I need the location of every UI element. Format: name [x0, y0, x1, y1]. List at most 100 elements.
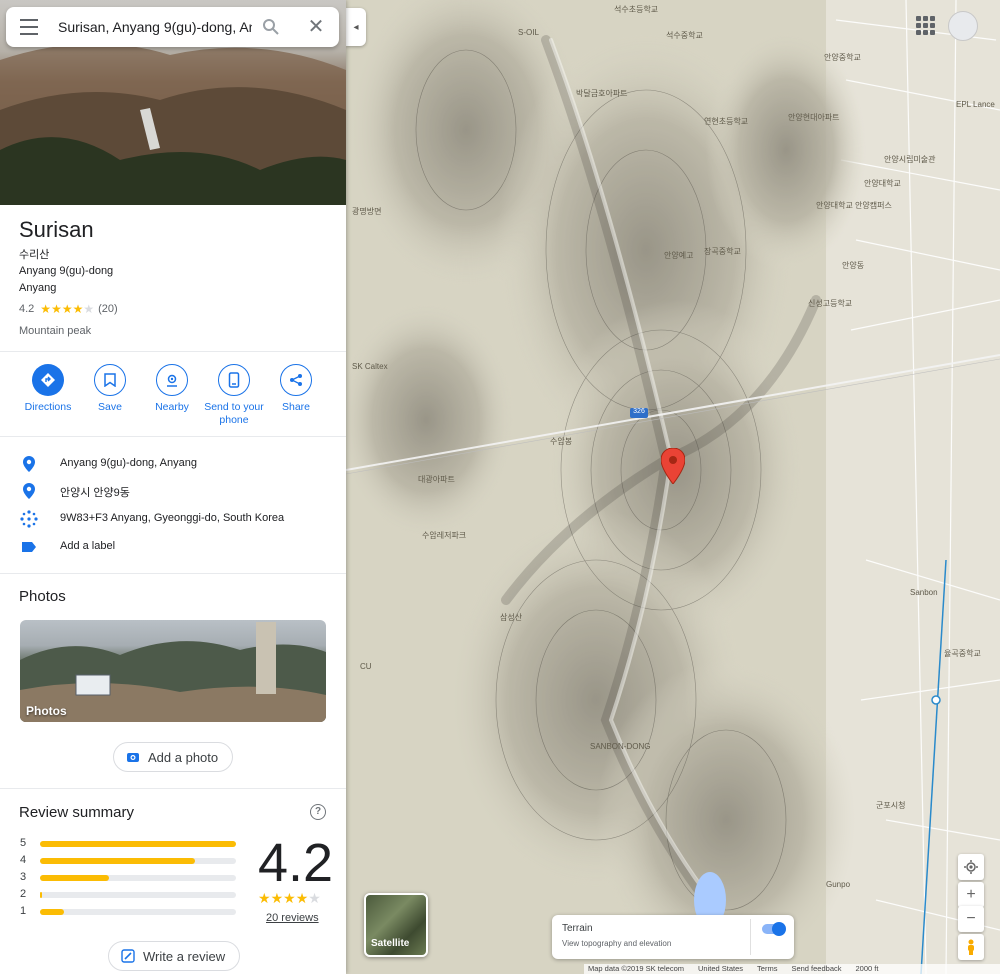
- phone-icon: [218, 364, 250, 396]
- photo-card[interactable]: Photos: [20, 620, 326, 722]
- rating-row[interactable]: 4.2 ★★★★★ (20): [19, 302, 118, 316]
- rating-bar-fill: [40, 875, 109, 881]
- collapse-panel-button[interactable]: ◂: [346, 8, 366, 46]
- map-label: 안양중학교: [824, 53, 861, 62]
- map-label: 안양현대아파트: [788, 113, 840, 122]
- divider: [0, 573, 346, 574]
- rating-bar-fill: [40, 841, 236, 847]
- pencil-icon: [121, 949, 135, 963]
- add-photo-button[interactable]: Add a photo: [113, 742, 234, 772]
- satellite-label: Satellite: [371, 938, 410, 949]
- search-input[interactable]: [58, 17, 252, 37]
- rating-bar-label: 1: [20, 905, 27, 917]
- send-feedback-link[interactable]: Send feedback: [791, 964, 841, 974]
- place-native-name: 수리산: [19, 249, 50, 261]
- nearby-label: Nearby: [155, 401, 189, 413]
- add-label-text: Add a label: [60, 540, 116, 552]
- map-label: 광명방면: [352, 207, 382, 216]
- add-label-row[interactable]: Add a label: [0, 533, 346, 559]
- plus-code-icon: [20, 510, 38, 528]
- map-label: Sanbon: [910, 588, 938, 597]
- terrain-toggle[interactable]: [762, 922, 786, 936]
- region-link[interactable]: United States: [698, 964, 743, 974]
- place-area: Anyang 9(gu)-dong: [19, 265, 114, 277]
- star-filled-icon: ★: [270, 890, 284, 906]
- rating-bar-row: 2: [20, 888, 240, 900]
- rating-bar-track: [40, 858, 236, 864]
- search-icon[interactable]: [262, 18, 280, 36]
- maps-app: 326 석수초등학교 S-OIL 석수중학교 안양중학교 박달금호아파트 안양현…: [0, 0, 1000, 974]
- satellite-layer-toggle[interactable]: Satellite: [364, 893, 428, 957]
- star-filled-icon: ★: [295, 890, 309, 906]
- share-button[interactable]: Share: [261, 364, 331, 414]
- map-label: Gunpo: [826, 880, 851, 889]
- write-review-button[interactable]: Write a review: [108, 941, 241, 971]
- reviews-link[interactable]: 20 reviews: [266, 912, 319, 924]
- rating-bar-track: [40, 841, 236, 847]
- map-label: CU: [360, 662, 372, 671]
- review-count[interactable]: (20): [98, 303, 118, 315]
- star-filled-icon: ★: [72, 302, 84, 316]
- native-address-row[interactable]: 안양시 안양9동: [0, 477, 346, 503]
- map-label: 율곡중학교: [944, 649, 981, 658]
- map-label: S-OIL: [518, 28, 539, 37]
- add-photo-label: Add a photo: [148, 749, 219, 765]
- rating-bar-label: 5: [20, 837, 27, 849]
- map-label: 수암봉: [550, 437, 573, 446]
- help-icon[interactable]: ?: [310, 804, 326, 820]
- share-icon: [280, 364, 312, 396]
- rating-bar-label: 3: [20, 871, 27, 883]
- road-badge: 326: [633, 408, 645, 415]
- map-label: 안양동: [842, 261, 865, 270]
- rating-bar-fill: [40, 858, 195, 864]
- native-address-text: 안양시 안양9동: [60, 487, 130, 499]
- map-attribution: Map data ©2019 SK telecom: [588, 964, 684, 973]
- address-text: Anyang 9(gu)-dong, Anyang: [60, 457, 197, 469]
- map-label: 박달금호아파트: [576, 89, 628, 98]
- minus-icon: −: [966, 910, 976, 927]
- rating-bar-row: 5: [20, 837, 240, 849]
- nearby-button[interactable]: Nearby: [137, 364, 207, 414]
- map-label: 장곡중학교: [704, 247, 741, 256]
- map-label: 석수초등학교: [614, 5, 659, 14]
- address-row[interactable]: Anyang 9(gu)-dong, Anyang: [0, 450, 346, 476]
- place-category[interactable]: Mountain peak: [19, 325, 91, 337]
- plus-code-row[interactable]: 9W83+F3 Anyang, Gyeonggi-do, South Korea: [0, 505, 346, 531]
- my-location-button[interactable]: [958, 854, 984, 880]
- scale-bar[interactable]: 2000 ft: [856, 964, 879, 974]
- star-filled-icon: ★: [51, 302, 62, 316]
- place-title: Surisan: [19, 217, 94, 242]
- apps-grid-icon[interactable]: [914, 14, 936, 36]
- plus-icon: +: [966, 886, 976, 903]
- close-icon[interactable]: ✕: [306, 17, 326, 37]
- rating-bar-fill: [40, 892, 42, 898]
- send-to-phone-label: Send to your phone: [204, 401, 264, 426]
- pegman-button[interactable]: [958, 934, 984, 960]
- rating-bar-label: 4: [20, 854, 27, 866]
- zoom-out-button[interactable]: −: [958, 906, 984, 932]
- terrain-layer-card[interactable]: Terrain View topography and elevation: [552, 915, 794, 959]
- share-label: Share: [281, 401, 311, 413]
- map-label: 수암레저파크: [422, 531, 467, 540]
- avatar[interactable]: [948, 11, 978, 41]
- directions-button[interactable]: Directions: [13, 364, 83, 414]
- place-panel: ✕ Surisan 수리산 Anyang 9(gu)-dong Anyang 4…: [0, 0, 346, 974]
- search-box: ✕: [6, 7, 339, 47]
- send-to-phone-button[interactable]: Send to your phone: [199, 364, 269, 427]
- terms-link[interactable]: Terms: [757, 964, 777, 974]
- terrain-subtitle: View topography and elevation: [562, 939, 672, 948]
- zoom-in-button[interactable]: +: [958, 882, 984, 908]
- menu-icon[interactable]: [20, 19, 38, 35]
- rating-value: 4.2: [19, 303, 35, 315]
- map-label: EPL Lance: [956, 100, 995, 109]
- save-button[interactable]: Save: [75, 364, 145, 414]
- plus-code-text: 9W83+F3 Anyang, Gyeonggi-do, South Korea: [60, 512, 285, 524]
- map-label: 안양시립미술관: [884, 155, 936, 164]
- place-city: Anyang: [19, 282, 57, 294]
- map-footer: Map data ©2019 SK telecom United States …: [584, 964, 1000, 974]
- location-pin-icon[interactable]: [661, 448, 685, 484]
- map-canvas[interactable]: 326 석수초등학교 S-OIL 석수중학교 안양중학교 박달금호아파트 안양현…: [346, 0, 1000, 974]
- map-label: 신성고등학교: [808, 299, 853, 308]
- divider: [0, 788, 346, 789]
- photos-heading: Photos: [19, 588, 66, 605]
